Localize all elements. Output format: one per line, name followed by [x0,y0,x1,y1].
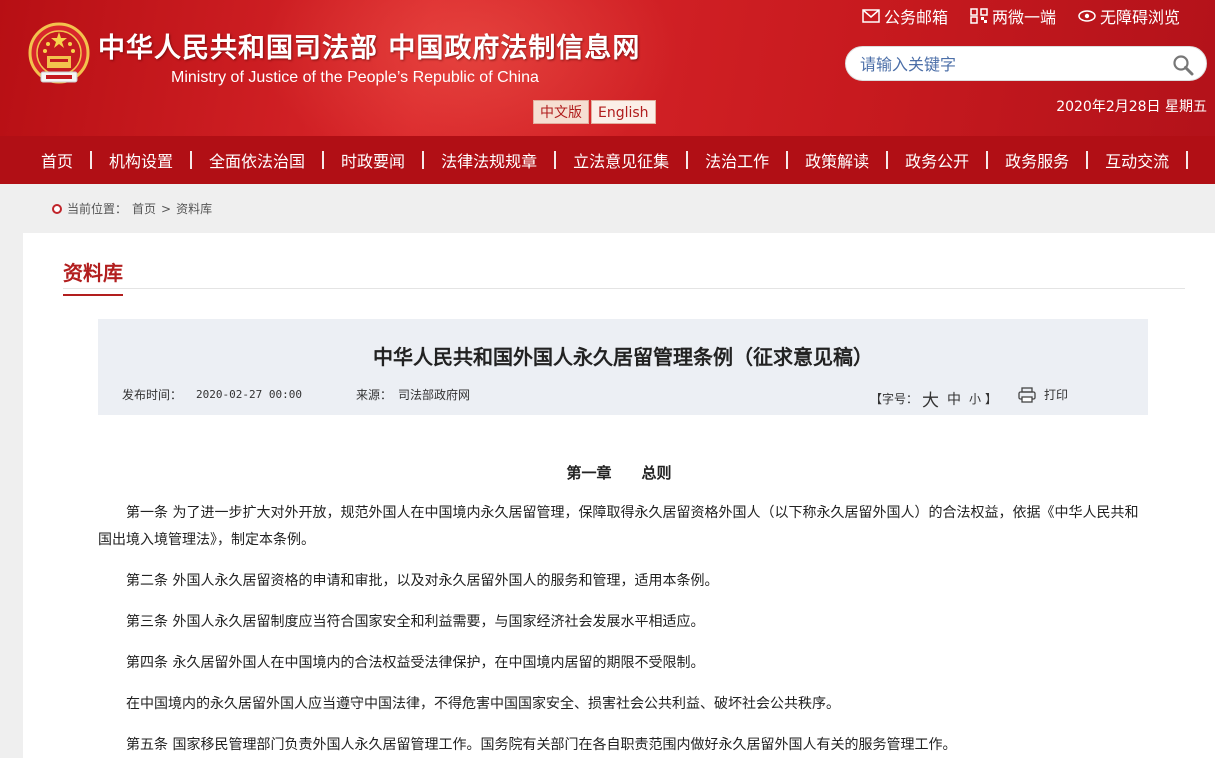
nav-item-home[interactable]: 首页 [24,148,93,172]
top-links: 公务邮箱 两微一端 无障碍浏览 [862,4,1180,28]
breadcrumb: 当前位置： 首页 > 资料库 [52,200,212,217]
nav-label: 政策解读 [805,152,870,171]
nav-item-services[interactable]: 政务服务 [988,148,1089,172]
nav-item-legislative-opinions[interactable]: 立法意见征集 [556,148,689,172]
nav-separator [322,151,325,169]
breadcrumb-separator: > [161,201,172,216]
source-value: 司法部政府网 [398,388,471,402]
nav-item-organization[interactable]: 机构设置 [92,148,193,172]
font-size-suffix: 】 [985,392,998,406]
nav-item-interaction[interactable]: 互动交流 [1088,148,1189,172]
site-title: 中华人民共和国司法部 中国政府法制信息网 [98,33,641,64]
search-icon[interactable] [1172,54,1194,76]
nav-label: 全面依法治国 [209,152,306,171]
search-box [845,46,1207,81]
official-mail-label: 公务邮箱 [884,8,949,27]
print-label: 打印 [1044,388,1069,402]
nav-separator [422,151,425,169]
nav-item-policy[interactable]: 政策解读 [788,148,889,172]
wechat-weibo-app-link[interactable]: 两微一端 [970,4,1056,28]
lang-chinese-button[interactable]: 中文版 [533,100,589,124]
article-paragraph: 第一条 为了进一步扩大对外开放，规范外国人在中国境内永久居留管理，保障取得永久居… [98,505,1139,548]
source-label: 来源： [356,388,393,402]
font-size-medium-button[interactable]: 中 [947,389,961,409]
printer-icon [1018,386,1036,403]
search-input[interactable] [860,53,1160,75]
nav-label: 政务服务 [1005,152,1070,171]
article-paragraph: 第四条 永久居留外国人在中国境内的合法权益受法律保护，在中国境内居留的期限不受限… [126,655,705,671]
mail-icon [862,9,880,23]
nav-item-disclosure[interactable]: 政务公开 [888,148,989,172]
nav-separator [886,151,889,169]
breadcrumb-home-link[interactable]: 首页 [132,200,156,217]
nav-separator [90,151,93,169]
article-source: 来源： 司法部政府网 [356,386,470,403]
eye-icon [1078,10,1096,22]
nav-separator [986,151,989,169]
nav-separator [1186,151,1189,169]
font-size-controls: 【字号： 大 中 小 】 [870,386,997,411]
chapter-heading: 第一章 总则 [566,464,672,482]
national-emblem-icon [28,22,90,84]
nav-item-rule-of-law[interactable]: 全面依法治国 [192,148,325,172]
breadcrumb-current-link[interactable]: 资料库 [176,200,212,217]
nav-label: 立法意见征集 [573,152,670,171]
font-size-small-button[interactable]: 小 [969,390,981,407]
language-switch: 中文版 English [533,100,656,124]
nav-separator [786,151,789,169]
content-panel: 资料库 中华人民共和国外国人永久居留管理条例（征求意见稿） 发布时间： 2020… [23,233,1215,758]
article-title: 中华人民共和国外国人永久居留管理条例（征求意见稿） [373,345,873,369]
official-mail-link[interactable]: 公务邮箱 [862,4,948,28]
current-date: 2020年2月28日 星期五 [1056,99,1207,115]
qr-icon [970,8,988,24]
nav-label: 时政要闻 [341,152,406,171]
nav-separator [1086,151,1089,169]
nav-label: 法律法规规章 [441,152,538,171]
article-paragraph: 第五条 国家移民管理部门负责外国人永久居留管理工作。国务院有关部门在各自职责范围… [126,737,957,753]
nav-separator [190,151,193,169]
breadcrumb-prefix: 当前位置： [67,202,128,216]
nav-item-laws[interactable]: 法律法规规章 [424,148,557,172]
wechat-weibo-app-label: 两微一端 [992,8,1057,27]
main-nav: 首页 机构设置 全面依法治国 时政要闻 法律法规规章 立法意见征集 法治工作 政… [0,136,1215,184]
site-header: 中华人民共和国司法部 中国政府法制信息网 Ministry of Justice… [0,0,1215,136]
nav-label: 机构设置 [109,152,174,171]
lang-english-button[interactable]: English [591,100,656,124]
nav-label: 法治工作 [705,152,770,171]
section-title: 资料库 [63,257,123,296]
article-paragraph: 第二条 外国人永久居留资格的申请和审批，以及对永久居留外国人的服务和管理，适用本… [126,573,719,589]
nav-label: 互动交流 [1105,152,1170,171]
nav-separator [554,151,557,169]
font-size-large-button[interactable]: 大 [922,386,939,411]
nav-label: 首页 [41,152,74,171]
publish-time-value: 2020-02-27 00:00 [196,388,302,401]
article-header: 中华人民共和国外国人永久居留管理条例（征求意见稿） 发布时间： 2020-02-… [98,319,1148,415]
nav-separator [686,151,689,169]
nav-label: 政务公开 [905,152,970,171]
accessibility-link[interactable]: 无障碍浏览 [1078,4,1180,28]
font-size-prefix: 【字号： [870,392,919,406]
site-subtitle: Ministry of Justice of the People’s Repu… [171,69,539,86]
publish-time: 发布时间： 2020-02-27 00:00 [122,386,302,403]
section-divider [63,288,1185,289]
nav-item-news[interactable]: 时政要闻 [324,148,425,172]
location-dot-icon [52,203,62,214]
nav-item-legal-work[interactable]: 法治工作 [688,148,789,172]
print-button[interactable]: 打印 [1018,386,1068,403]
article-paragraph: 第三条 外国人永久居留制度应当符合国家安全和利益需要，与国家经济社会发展水平相适… [126,614,705,630]
accessibility-label: 无障碍浏览 [1100,8,1181,27]
publish-time-label: 发布时间： [122,388,183,402]
article-paragraph: 在中国境内的永久居留外国人应当遵守中国法律，不得危害中国国家安全、损害社会公共利… [126,696,840,712]
